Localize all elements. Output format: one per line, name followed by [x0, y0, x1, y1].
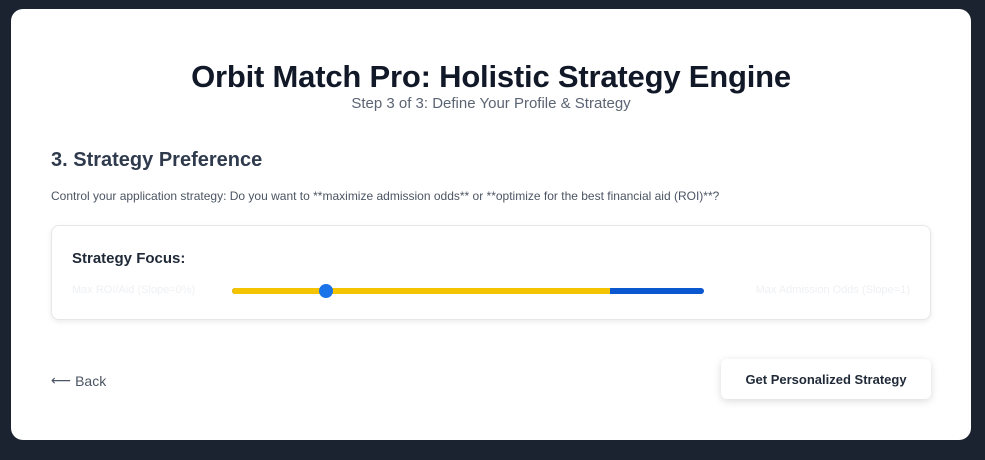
slider-thumb[interactable] — [319, 284, 334, 298]
arrow-left-icon: ⟵ — [51, 372, 72, 388]
strategy-focus-label: Strategy Focus: — [72, 250, 186, 267]
page-title: Orbit Match Pro: Holistic Strategy Engin… — [191, 59, 791, 94]
slider-min-label: Max ROI/Aid (Slope=0%) — [72, 284, 196, 296]
strategy-card: Orbit Match Pro: Holistic Strategy Engin… — [11, 9, 971, 440]
back-label: Back — [75, 372, 107, 389]
get-strategy-button[interactable]: Get Personalized Strategy — [721, 359, 931, 399]
section-description: Control your application strategy: Do yo… — [51, 189, 720, 203]
strategy-focus-panel: Strategy Focus: Max ROI/Aid (Slope=0%) M… — [51, 225, 931, 320]
slider-fill — [232, 288, 610, 294]
strategy-slider[interactable] — [232, 284, 704, 298]
section-title: 3. Strategy Preference — [51, 149, 263, 171]
back-link[interactable]: ⟵ Back — [51, 372, 106, 389]
slider-max-label: Max Admission Odds (Slope=1) — [755, 284, 910, 296]
step-indicator: Step 3 of 3: Define Your Profile & Strat… — [351, 95, 631, 112]
